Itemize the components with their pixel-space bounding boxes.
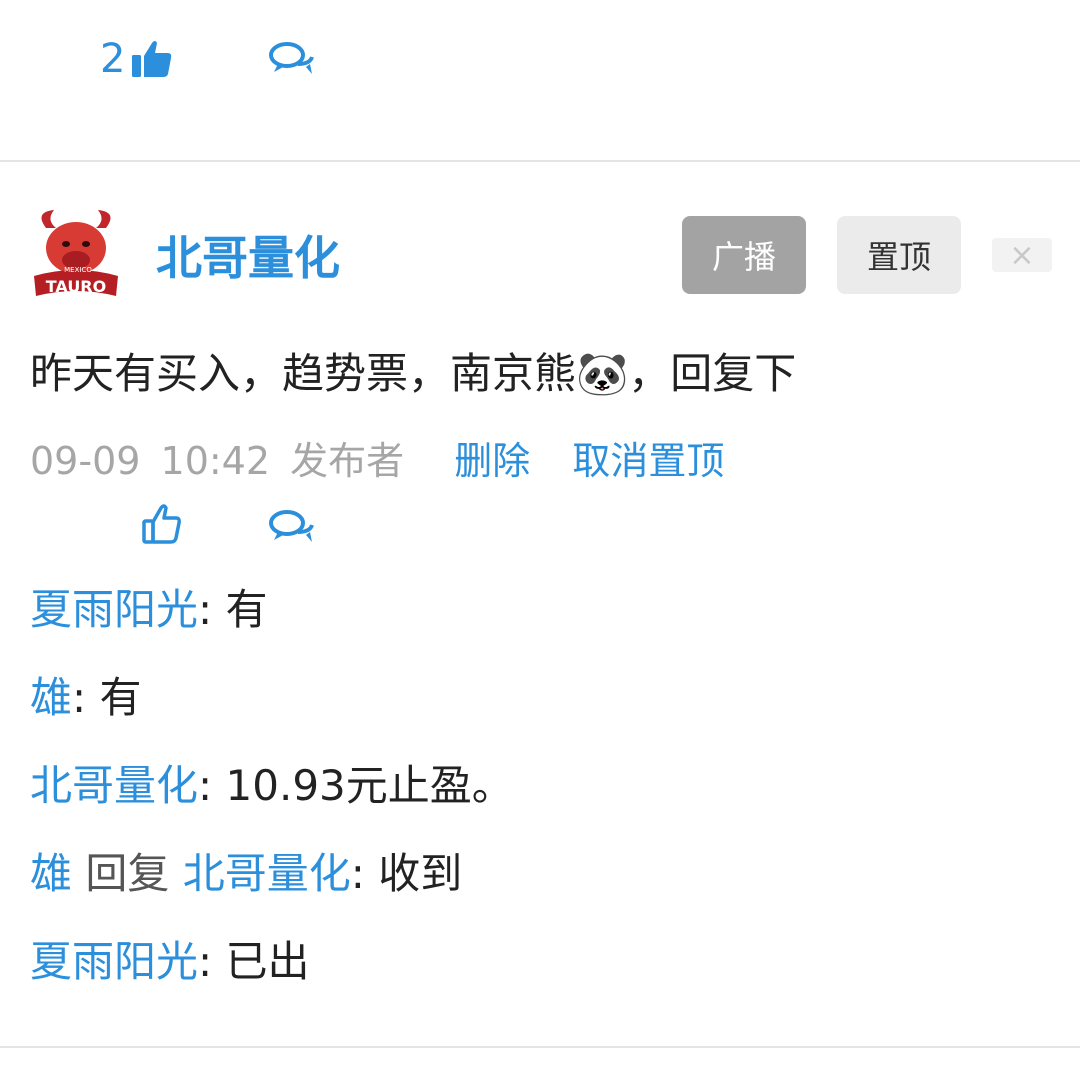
like-button[interactable]: 2 [100,36,173,82]
thumbs-up-filled-icon [131,39,173,79]
reply-text: 有 [212,585,268,634]
comment-bubbles-icon [268,40,316,78]
post-meta: 09-09 10:42 发布者 删除 取消置顶 [30,434,724,488]
svg-text:TAURO: TAURO [46,277,106,296]
reply-user[interactable]: 雄 [30,673,72,722]
like-button[interactable] [142,503,182,545]
reply-user[interactable]: 夏雨阳光 [30,585,198,634]
comment-bubbles-icon [268,508,316,546]
reply-item: 夏雨阳光: 已出 [30,932,310,992]
reply-separator: : [198,585,213,634]
delete-link[interactable]: 删除 [454,439,530,483]
reply-text: 有 [86,673,142,722]
reply-text: 收到 [364,849,463,898]
divider [0,1046,1080,1048]
post-date: 09-09 [30,439,141,483]
reply-user[interactable]: 夏雨阳光 [30,937,198,986]
publisher-label: 发布者 [290,439,405,483]
reply-item: 雄: 有 [30,668,142,728]
post-content: 昨天有买入，趋势票，南京熊🐼，回复下 [30,349,797,398]
pin-button[interactable]: 置顶 [837,216,961,294]
reply-separator: : [198,937,213,986]
thumbs-up-outline-icon [142,503,182,545]
avatar[interactable]: TAURO MEXICO [26,206,126,302]
broadcast-button[interactable]: 广播 [682,216,806,294]
post-author[interactable]: 北哥量化 [156,226,340,290]
reply-text: 已出 [212,937,310,986]
reply-item: 夏雨阳光: 有 [30,580,268,640]
reply-item: 北哥量化: 10.93元止盈。 [30,756,514,816]
unpin-link[interactable]: 取消置顶 [572,439,724,483]
reply-separator: : [72,673,87,722]
comment-button[interactable] [268,40,316,78]
reply-user[interactable]: 雄 [30,849,72,898]
reply-target[interactable]: 北哥量化 [183,849,351,898]
reply-label: 回复 [72,849,183,898]
post-time: 10:42 [160,439,271,483]
svg-text:MEXICO: MEXICO [64,266,92,274]
reply-user[interactable]: 北哥量化 [30,761,198,810]
close-button[interactable]: × [992,237,1052,273]
like-count: 2 [100,36,126,82]
reply-separator: : [350,849,365,898]
comment-button[interactable] [268,508,316,546]
divider [0,160,1080,162]
reply-text: 10.93元止盈。 [212,761,514,810]
close-icon: × [1009,237,1035,273]
reply-item: 雄 回复 北哥量化: 收到 [30,844,462,904]
reply-separator: : [198,761,213,810]
